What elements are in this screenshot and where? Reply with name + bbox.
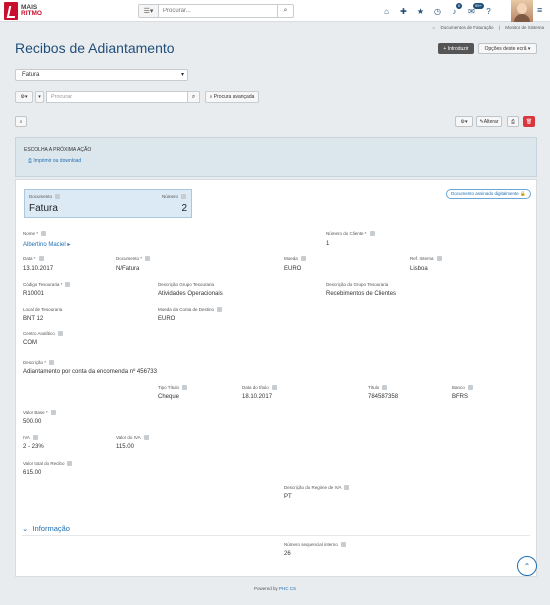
- info-icon[interactable]: [38, 256, 44, 261]
- date-value: 13.10.2017: [23, 266, 54, 272]
- search-icon[interactable]: ⌕: [277, 5, 293, 17]
- bank-value: BFRS: [452, 394, 469, 400]
- sequence-number-value: 26: [284, 551, 291, 557]
- logo-line2: RITMO: [21, 10, 42, 17]
- vat-regime-value: PT: [284, 494, 292, 500]
- zoom-search-button[interactable]: ⌕: [15, 116, 27, 127]
- star-icon[interactable]: ★: [412, 4, 429, 18]
- print-button[interactable]: ⎙: [507, 116, 519, 127]
- document-value: Fatura: [29, 203, 58, 214]
- customer-number: 1: [326, 241, 330, 247]
- info-icon[interactable]: [55, 194, 61, 199]
- info-icon[interactable]: [65, 282, 71, 287]
- print-download-link[interactable]: ⎙ Imprimir ou download: [28, 158, 81, 164]
- info-icon[interactable]: [50, 410, 56, 415]
- chat-icon[interactable]: ✉ 99+: [463, 3, 484, 18]
- add-icon[interactable]: ✚: [395, 4, 412, 18]
- global-search-input[interactable]: [159, 5, 277, 17]
- analytic-center-value: COM: [23, 340, 37, 346]
- document-type-select[interactable]: Fatura: [15, 69, 188, 81]
- breadcrumb-item[interactable]: Monitor de Sistema: [505, 25, 544, 30]
- delete-button[interactable]: 🗑: [523, 116, 535, 127]
- notifications-badge: 6: [456, 3, 463, 9]
- info-icon[interactable]: [182, 385, 188, 390]
- breadcrumb-home-icon[interactable]: ⌂: [433, 25, 436, 30]
- document-ref-value: N/Fatura: [116, 266, 140, 272]
- info-icon[interactable]: [300, 256, 306, 261]
- info-icon[interactable]: [344, 485, 350, 490]
- info-icon[interactable]: [32, 435, 38, 440]
- filter-options-button[interactable]: ⚙▾: [15, 91, 33, 103]
- base-amount-value: 500.00: [23, 419, 42, 425]
- help-icon[interactable]: ?: [480, 4, 497, 18]
- top-navbar: MAIS RITMO ☰▾ ⌕ ⌂ ✚ ★ ◷ ♪6 ✉99+ ? ≡: [0, 0, 550, 22]
- filter-dropdown-button[interactable]: ▾: [35, 91, 44, 103]
- internal-ref-value: Lisboa: [410, 266, 428, 272]
- bell-icon[interactable]: ♪ 6: [446, 3, 463, 18]
- next-action-title: ESCOLHA A PRÓXIMA AÇÃO: [24, 147, 92, 153]
- total-amount-value: 615.00: [23, 470, 42, 476]
- info-icon[interactable]: [382, 385, 388, 390]
- description-value: Adiantamento por conta da encomenda nº 4…: [23, 369, 157, 375]
- title-date-value: 18.10.2017: [242, 394, 273, 400]
- app-logo[interactable]: MAIS RITMO: [4, 2, 42, 20]
- record-settings-button[interactable]: ⚙▾: [455, 116, 473, 127]
- info-icon[interactable]: [181, 194, 187, 199]
- global-search: ☰▾ ⌕: [138, 4, 294, 18]
- info-icon[interactable]: [57, 331, 63, 336]
- info-icon[interactable]: [340, 542, 346, 547]
- info-icon[interactable]: [67, 461, 73, 466]
- dest-currency-value: EURO: [158, 316, 176, 322]
- footer: Powered by PHC CS: [253, 586, 297, 591]
- title-type-value: Cheque: [158, 394, 180, 400]
- alter-button[interactable]: ✎ Alterar: [476, 116, 502, 127]
- info-section-toggle[interactable]: ⌄ Informação: [22, 524, 70, 533]
- logo-mark-icon: [4, 2, 18, 20]
- treasury-group-desc-2: Recebimentos de Clientes: [326, 291, 397, 297]
- chevron-down-icon: ⌄: [22, 524, 33, 533]
- screen-options-button[interactable]: Opções deste ecrã ▾: [478, 43, 537, 54]
- introduce-button[interactable]: + Introduzir: [438, 43, 474, 54]
- record-card: Documento Número Fatura 2 Documento assi…: [15, 179, 537, 577]
- footer-brand-link[interactable]: PHC CS: [279, 586, 296, 591]
- treasury-group-desc: Atividades Operacionais: [158, 291, 223, 297]
- vat-amount-value: 115.00: [116, 444, 134, 450]
- info-icon[interactable]: [271, 385, 277, 390]
- info-icon[interactable]: [41, 231, 47, 236]
- info-icon[interactable]: [436, 256, 442, 261]
- advanced-search-button[interactable]: ⌕ Procura avançada: [205, 91, 259, 103]
- filter-bar: ⚙▾ ▾ Procurar ⌕ ⌕ Procura avançada: [15, 91, 261, 103]
- number-value: 2: [181, 203, 187, 214]
- avatar[interactable]: [511, 0, 533, 22]
- info-icon[interactable]: [143, 435, 149, 440]
- customer-name-link[interactable]: Albertino Maciel ▸: [23, 241, 70, 248]
- info-icon[interactable]: [145, 256, 151, 261]
- info-icon[interactable]: [49, 360, 55, 365]
- next-action-panel: ESCOLHA A PRÓXIMA AÇÃO ⎙ Imprimir ou dow…: [15, 137, 537, 177]
- treasury-location-value: BNT 12: [23, 316, 44, 322]
- info-icon[interactable]: [467, 385, 473, 390]
- clock-icon[interactable]: ◷: [429, 4, 446, 18]
- document-header-box: Documento Número Fatura 2: [24, 189, 192, 218]
- currency-value: EURO: [284, 266, 302, 272]
- section-divider: [22, 535, 530, 536]
- page-title: Recibos de Adiantamento: [15, 40, 175, 56]
- info-icon[interactable]: [369, 231, 375, 236]
- title-value: 784587358: [368, 394, 399, 400]
- home-icon[interactable]: ⌂: [378, 4, 395, 18]
- filter-search-input[interactable]: Procurar: [46, 91, 188, 103]
- signed-document-badge: Documento assinado digitalmente 🔒: [446, 189, 531, 199]
- breadcrumb-item[interactable]: Documentos de Faturação: [440, 25, 493, 30]
- info-icon[interactable]: [217, 307, 223, 312]
- treasury-code-value: R10001: [23, 291, 45, 297]
- vat-value: 2 - 23%: [23, 444, 44, 450]
- breadcrumb: ⌂ Documentos de Faturação | Monitor de S…: [432, 25, 545, 30]
- search-menu-button[interactable]: ☰▾: [139, 5, 159, 17]
- hamburger-menu-icon[interactable]: ≡: [537, 5, 542, 15]
- scroll-top-button[interactable]: ⌃: [517, 556, 537, 576]
- filter-search-icon[interactable]: ⌕: [188, 91, 200, 103]
